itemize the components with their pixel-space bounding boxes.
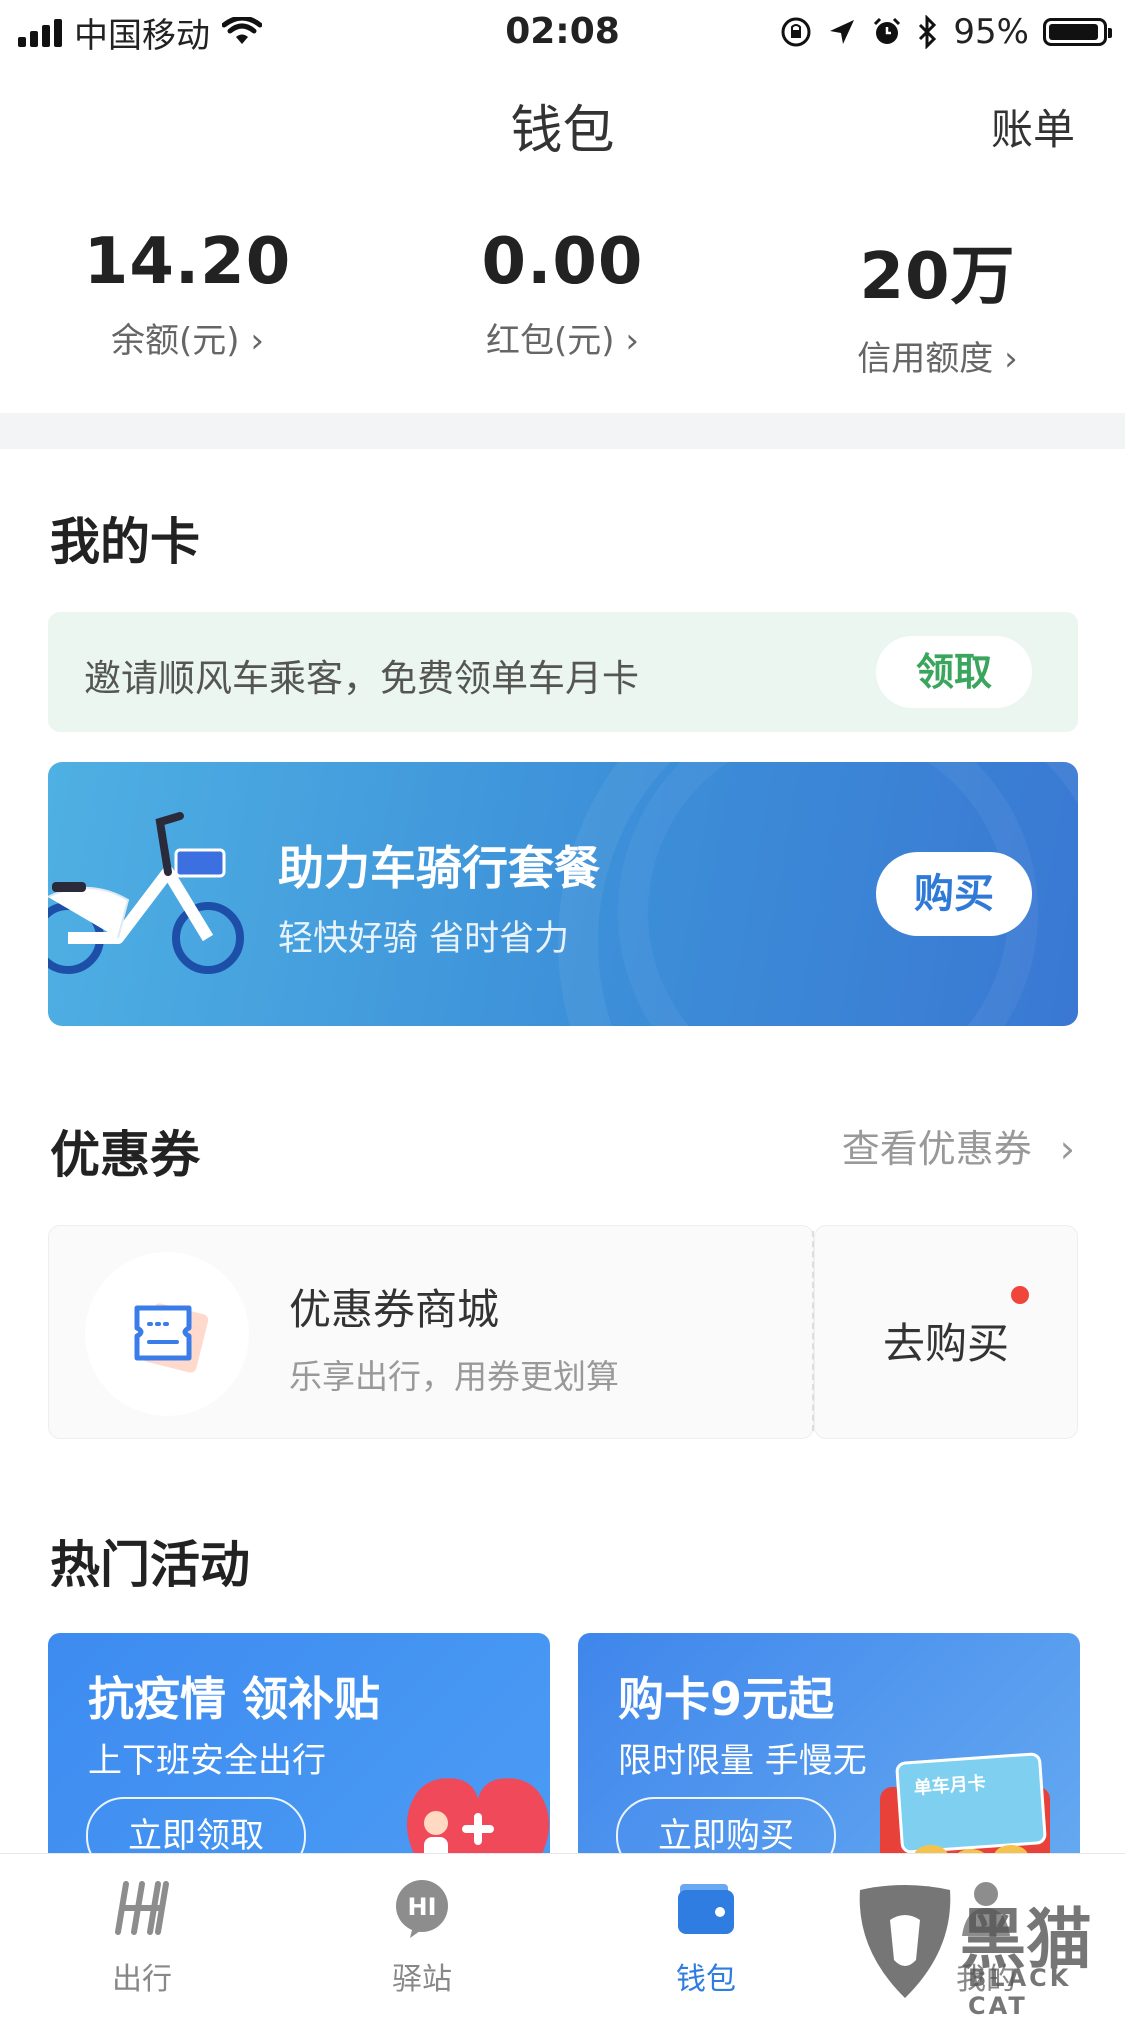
credit-limit-item[interactable]: 20万 信用额度 › — [750, 225, 1125, 385]
my-cards-title: 我的卡 — [50, 513, 200, 571]
section-divider — [0, 413, 1125, 449]
coupon-icon-circle — [85, 1252, 249, 1416]
notification-dot — [1011, 1286, 1029, 1304]
alarm-icon — [874, 17, 901, 44]
promo-subtitle: 上下班安全出行 — [88, 1741, 326, 1781]
tab-wallet[interactable]: 钱包 — [606, 1854, 806, 2002]
chevron-right-icon: › — [625, 321, 639, 361]
coupon-mall-subtitle: 乐享出行，用券更划算 — [289, 1357, 619, 1396]
coupon-mall-card[interactable]: 优惠券商城 乐享出行，用券更划算 去购买 — [48, 1225, 1078, 1439]
black-cat-watermark: 黑猫 BLACK CAT — [850, 1880, 1125, 2020]
black-cat-shield-icon — [859, 1885, 951, 1998]
location-icon — [830, 20, 855, 44]
wallet-icon — [678, 1884, 734, 1934]
coupons-title: 优惠券 — [50, 1126, 200, 1184]
view-coupons-label: 查看优惠券 — [841, 1127, 1032, 1171]
watermark-en: BLACK CAT — [968, 1964, 1072, 2020]
view-coupons-link[interactable]: 查看优惠券 › — [842, 1118, 1075, 1173]
tab-label: 钱包 — [676, 1962, 736, 1997]
coupon-mall-title: 优惠券商城 — [289, 1285, 500, 1334]
ebike-package-banner[interactable]: 助力车骑行套餐 轻快好骑 省时省力 购买 — [48, 762, 1078, 1026]
bluetooth-icon — [919, 15, 937, 49]
hellobike-logo-icon — [115, 1881, 169, 1935]
battery-percent: 95% — [953, 12, 1029, 52]
go-buy-button[interactable]: 去购买 — [814, 1225, 1078, 1439]
promo-subtitle: 限时限量 手慢无 — [618, 1741, 867, 1781]
ebike-title: 助力车骑行套餐 — [278, 841, 600, 895]
status-right: 95% — [779, 8, 1112, 56]
tab-label: 出行 — [112, 1962, 172, 1997]
rotation-lock-icon — [781, 17, 811, 47]
status-bar: 中国移动 02:08 95% — [0, 0, 1125, 64]
credit-limit-label: 信用额度 › — [857, 339, 1018, 379]
balance-label: 余额(元) › — [111, 321, 264, 361]
monthly-card-label: 单车月卡 — [913, 1772, 987, 1799]
hi-bubble-icon: HI — [396, 1880, 448, 1938]
monthly-card: 单车月卡 — [894, 1752, 1048, 1854]
red-packet-value: 0.00 — [481, 225, 644, 299]
balance-summary: 14.20 余额(元) › 0.00 红包(元) › 20万 信用额度 › — [0, 225, 1125, 385]
svg-text:HI: HI — [407, 1893, 436, 1921]
chevron-right-icon: › — [1004, 339, 1018, 379]
chevron-right-icon: › — [250, 321, 264, 361]
buy-button[interactable]: 购买 — [876, 852, 1032, 936]
chevron-right-icon: › — [1059, 1127, 1075, 1171]
promo-title: 抗疫情 领补贴 — [88, 1672, 381, 1726]
tab-station[interactable]: HI 驿站 — [322, 1854, 522, 2002]
nav-bar: 钱包 账单 — [0, 70, 1125, 180]
promo-title: 购卡9元起 — [618, 1672, 835, 1726]
balance-item[interactable]: 14.20 余额(元) › — [0, 225, 375, 385]
invite-text: 邀请顺风车乘客，免费领单车月卡 — [84, 657, 639, 700]
bill-button[interactable]: 账单 — [991, 96, 1075, 157]
balance-value: 14.20 — [83, 225, 292, 299]
go-buy-label: 去购买 — [882, 1319, 1009, 1368]
invite-banner[interactable]: 邀请顺风车乘客，免费领单车月卡 领取 — [48, 612, 1078, 732]
tab-travel[interactable]: 出行 — [42, 1854, 242, 2002]
coupon-mall-info[interactable]: 优惠券商城 乐享出行，用券更划算 — [48, 1225, 814, 1439]
hot-activities-title: 热门活动 — [50, 1536, 250, 1594]
ebike-subtitle: 轻快好骑 省时省力 — [278, 919, 570, 959]
red-packet-label: 红包(元) › — [486, 321, 639, 361]
red-packet-item[interactable]: 0.00 红包(元) › — [375, 225, 750, 385]
credit-limit-value: 20万 — [859, 240, 1016, 314]
page-title: 钱包 — [510, 101, 615, 161]
tab-label: 驿站 — [392, 1962, 452, 1997]
battery-icon — [1043, 18, 1112, 46]
ticket-icon — [134, 1303, 209, 1373]
claim-button[interactable]: 领取 — [876, 636, 1032, 708]
bike-illustration — [48, 812, 244, 974]
